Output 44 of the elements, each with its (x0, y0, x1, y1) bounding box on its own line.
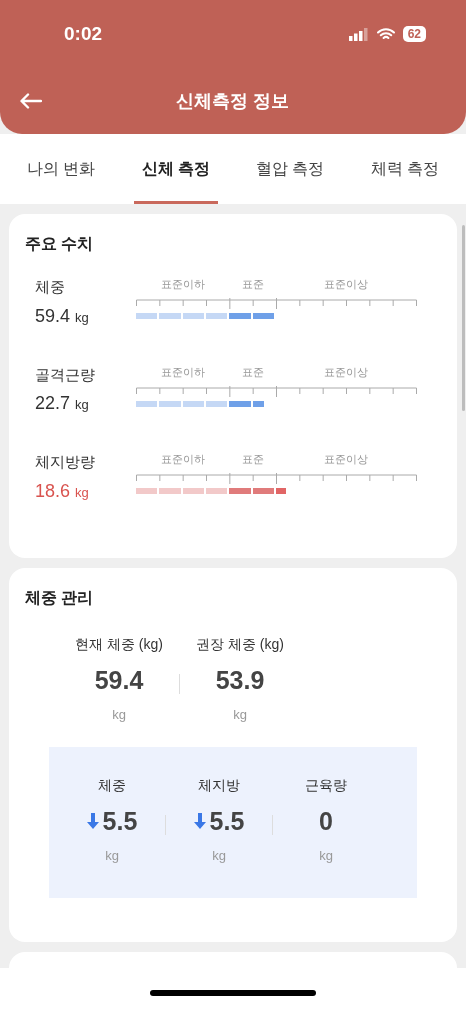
tab[interactable]: 체력 측정 (362, 134, 447, 204)
unit-label: kg (212, 846, 226, 865)
stat-value: 0 (319, 805, 333, 836)
stat-value: 53.9 (215, 665, 265, 695)
zone-label: 표준이하 (160, 277, 205, 292)
tab[interactable]: 혈압 측정 (248, 134, 333, 204)
battery-icon: 62 (402, 26, 426, 42)
unit-label: kg (233, 706, 247, 724)
metric-value: 59.4 kg (35, 304, 90, 328)
metric-value: 22.7 kg (35, 392, 90, 415)
stat-label: 체지방 (198, 775, 240, 795)
signal-icon (348, 27, 369, 41)
stat-label: 권장 체중 (kg) (196, 635, 284, 654)
unit-label: kg (105, 846, 119, 865)
stat-label: 현재 체중 (kg) (75, 635, 163, 654)
status-time: 0:02 (64, 21, 103, 46)
tab[interactable]: 신체 측정 (133, 134, 218, 204)
stat-label: 체중 (98, 775, 126, 795)
zone-label: 표준이상 (324, 364, 368, 380)
stat-value: 5.5 (102, 805, 138, 836)
metric-label: 체중 (35, 277, 66, 297)
tab[interactable]: 나의 변화 (19, 134, 104, 204)
page-title: 신체측정 정보 (176, 89, 290, 113)
zone-label: 표준 (241, 364, 264, 380)
stat-value: 5.5 (209, 805, 245, 836)
metric-label: 골격근량 (35, 364, 96, 385)
unit-label: kg (112, 706, 126, 724)
zone-label: 표준이상 (324, 452, 368, 467)
unit-label: kg (319, 846, 333, 865)
metric-label: 체지방량 (35, 452, 96, 472)
section-title: 체중 관리 (25, 588, 95, 608)
stat-label: 근육량 (305, 775, 347, 795)
stat-value: 59.4 (94, 665, 144, 695)
zone-label: 표준 (241, 452, 264, 467)
down-arrow-icon (193, 812, 206, 829)
zone-label: 표준이하 (160, 452, 205, 467)
metric-value: 18.6 kg (35, 479, 90, 503)
zone-label: 표준이상 (324, 277, 368, 292)
zone-label: 표준이하 (160, 364, 205, 380)
down-arrow-icon (86, 812, 99, 829)
section-title: 주요 수치 (25, 234, 95, 254)
back-arrow-icon[interactable] (20, 93, 42, 109)
zone-label: 표준 (241, 277, 264, 292)
wifi-icon (376, 27, 395, 41)
